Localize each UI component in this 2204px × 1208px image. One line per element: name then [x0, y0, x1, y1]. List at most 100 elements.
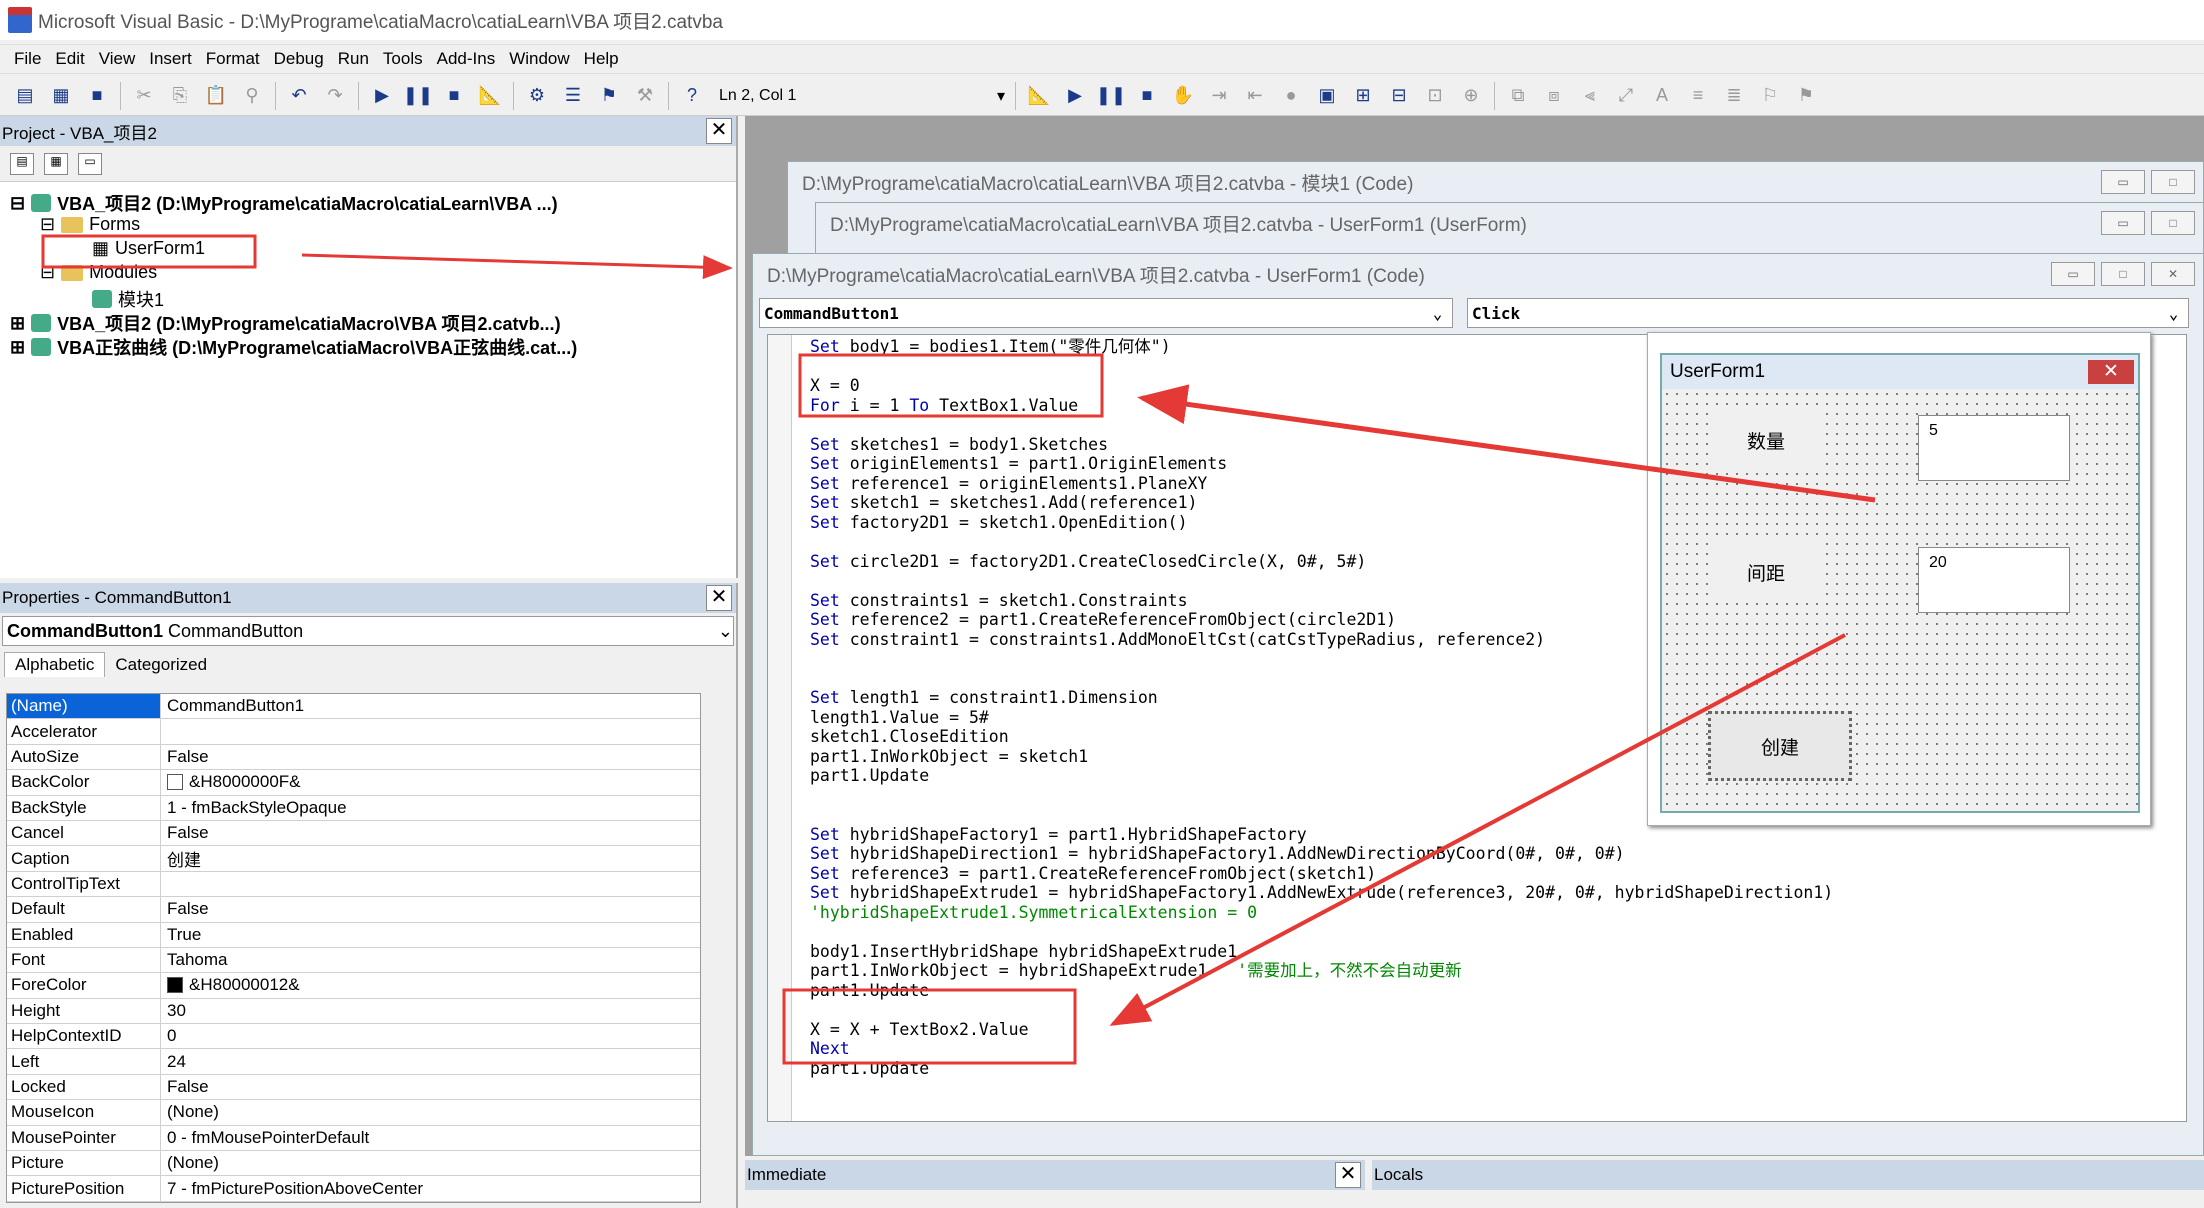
bring-front-icon[interactable]: ⧉ [1505, 83, 1531, 109]
property-value[interactable]: Tahoma [161, 950, 227, 970]
textbox1[interactable]: 5 [1918, 415, 2070, 481]
project-explorer-icon[interactable]: ⚙ [524, 83, 550, 109]
property-row[interactable]: Cancel False [7, 820, 700, 847]
property-row[interactable]: ControlTipText [7, 871, 700, 898]
property-value[interactable]: 创建 [161, 846, 201, 871]
property-row[interactable]: Accelerator [7, 719, 700, 745]
break-icon-2[interactable]: ❚❚ [1096, 83, 1126, 109]
expand-icon[interactable]: ⊞ [10, 313, 25, 334]
properties-window-icon[interactable]: ☰ [560, 83, 586, 109]
property-value[interactable]: (None) [161, 1153, 219, 1173]
code-line[interactable]: Set hybridShapeDirection1 = hybridShapeF… [810, 844, 1833, 864]
minimize-button[interactable]: ▭ [2051, 262, 2095, 286]
undo-icon[interactable]: ↶ [286, 83, 312, 109]
property-value[interactable]: (None) [161, 1102, 219, 1122]
outdent-icon[interactable]: ⇤ [1242, 83, 1268, 109]
toggle-breakpoint-icon[interactable]: ● [1278, 83, 1304, 109]
tree-userform1[interactable]: ▦ UserForm1 [92, 238, 205, 259]
help-icon[interactable]: ? [679, 83, 705, 109]
maximize-button[interactable]: □ [2151, 211, 2195, 235]
code-line[interactable] [810, 1000, 1833, 1020]
menu-window[interactable]: Window [509, 49, 569, 69]
close-icon[interactable]: ✕ [1335, 1162, 1361, 1188]
save-icon[interactable]: ■ [84, 83, 110, 109]
maximize-button[interactable]: □ [2101, 262, 2145, 286]
userform1[interactable]: UserForm1 ✕ 数量 5 间距 20 创建 [1660, 353, 2140, 813]
align-left-icon[interactable]: ⫷ [1577, 83, 1603, 109]
form-layout-icon[interactable]: ▣ [1314, 83, 1340, 109]
code-line[interactable]: 'hybridShapeExtrude1.SymmetricalExtensio… [810, 903, 1833, 923]
toolbar-dropdown-icon[interactable]: ▾ [997, 86, 1005, 106]
tab-categorized[interactable]: Categorized [105, 653, 217, 677]
size-icon[interactable]: ⤢ [1613, 83, 1639, 109]
property-row[interactable]: AutoSize False [7, 744, 700, 771]
next-bookmark-icon[interactable]: ⚑ [1793, 83, 1819, 109]
expand-icon[interactable]: ⊞ [10, 337, 25, 358]
code-margin[interactable] [768, 335, 792, 1121]
label-quantity[interactable]: 数量 [1708, 409, 1824, 471]
textbox2[interactable]: 20 [1918, 547, 2070, 613]
property-value[interactable]: 1 - fmBackStyleOpaque [161, 798, 347, 818]
property-value[interactable]: CommandButton1 [161, 696, 304, 716]
property-row[interactable]: ForeColor &H80000012& [7, 973, 700, 999]
tree-module1[interactable]: 模块1 [92, 286, 164, 312]
hand-icon[interactable]: ✋ [1170, 83, 1196, 109]
property-row[interactable]: Caption 创建 [7, 846, 700, 872]
property-row[interactable]: Default False [7, 897, 700, 923]
close-icon[interactable]: ✕ [706, 585, 732, 611]
tree-project-vba2[interactable]: ⊟ VBA_项目2 (D:\MyPrograme\catiaMacro\catia… [10, 190, 558, 216]
property-value[interactable]: False [161, 899, 209, 919]
property-row[interactable]: MousePointer 0 - fmMousePointerDefault [7, 1125, 700, 1152]
close-icon[interactable]: ✕ [2088, 360, 2134, 384]
cut-icon[interactable]: ✂ [131, 83, 157, 109]
break-icon[interactable]: ❚❚ [403, 83, 433, 109]
code-line[interactable]: X = X + TextBox2.Value [810, 1020, 1833, 1040]
uncomment-block-icon[interactable]: ≣ [1721, 83, 1747, 109]
property-row[interactable]: Picture (None) [7, 1151, 700, 1177]
align-icon[interactable]: ⊞ [1350, 83, 1376, 109]
code-line[interactable] [810, 922, 1833, 942]
tree-forms-folder[interactable]: ⊟ Forms [40, 214, 140, 235]
menu-add-ins[interactable]: Add-Ins [437, 49, 496, 69]
immediate-window[interactable]: Immediate ✕ [745, 1160, 1365, 1208]
paste-icon[interactable]: 📋 [203, 83, 229, 109]
menu-insert[interactable]: Insert [149, 49, 192, 69]
design-mode-icon-2[interactable]: 📐 [1026, 83, 1052, 109]
menu-debug[interactable]: Debug [274, 49, 324, 69]
object-browser-icon[interactable]: ⚑ [596, 83, 622, 109]
property-row[interactable]: PicturePosition 7 - fmPicturePositionAbov… [7, 1176, 700, 1202]
property-value[interactable]: 0 - fmMousePointerDefault [161, 1128, 369, 1148]
code-line[interactable]: body1.InsertHybridShape hybridShapeExtru… [810, 942, 1833, 962]
send-back-icon[interactable]: ⧈ [1541, 83, 1567, 109]
property-row[interactable]: (Name) CommandButton1 [7, 694, 700, 720]
collapse-icon[interactable]: ⊟ [40, 214, 55, 235]
menu-tools[interactable]: Tools [383, 49, 423, 69]
minimize-button[interactable]: ▭ [2101, 170, 2145, 194]
code-line[interactable]: Set reference3 = part1.CreateReferenceFr… [810, 864, 1833, 884]
property-value[interactable]: 24 [161, 1052, 186, 1072]
bookmark-icon[interactable]: ⚐ [1757, 83, 1783, 109]
menu-file[interactable]: File [14, 49, 41, 69]
copy-icon[interactable]: ⎘ [167, 83, 193, 109]
tree-project-sine[interactable]: ⊞ VBA正弦曲线 (D:\MyPrograme\catiaMacro\VBA正弦… [10, 334, 577, 360]
menu-help[interactable]: Help [584, 49, 619, 69]
insert-userform-icon[interactable]: ▦ [48, 83, 74, 109]
collapse-icon[interactable]: ⊟ [10, 193, 25, 214]
view-code-icon[interactable]: ▤ [10, 152, 34, 175]
view-object-icon[interactable]: ▦ [44, 152, 68, 175]
code-line[interactable]: Set hybridShapeFactory1 = part1.HybridSh… [810, 825, 1833, 845]
code-line[interactable]: part1.InWorkObject = hybridShapeExtrude1… [810, 961, 1833, 981]
design-mode-icon[interactable]: 📐 [477, 83, 503, 109]
comment-block-icon[interactable]: ≡ [1685, 83, 1711, 109]
property-value[interactable]: 0 [161, 1026, 176, 1046]
toolbox-icon[interactable]: ⚒ [632, 83, 658, 109]
userform-body[interactable]: 数量 5 间距 20 创建 [1662, 389, 2138, 811]
label-spacing[interactable]: 间距 [1708, 541, 1824, 603]
procedure-combo[interactable]: Click ⌄ [1467, 298, 2189, 328]
close-button[interactable]: ✕ [2151, 262, 2195, 286]
find-icon[interactable]: ⚲ [239, 83, 265, 109]
property-value[interactable]: False [161, 823, 209, 843]
run-icon[interactable]: ▶ [369, 83, 395, 109]
code-line[interactable]: part1.Update [810, 981, 1833, 1001]
property-row[interactable]: Left 24 [7, 1049, 700, 1075]
